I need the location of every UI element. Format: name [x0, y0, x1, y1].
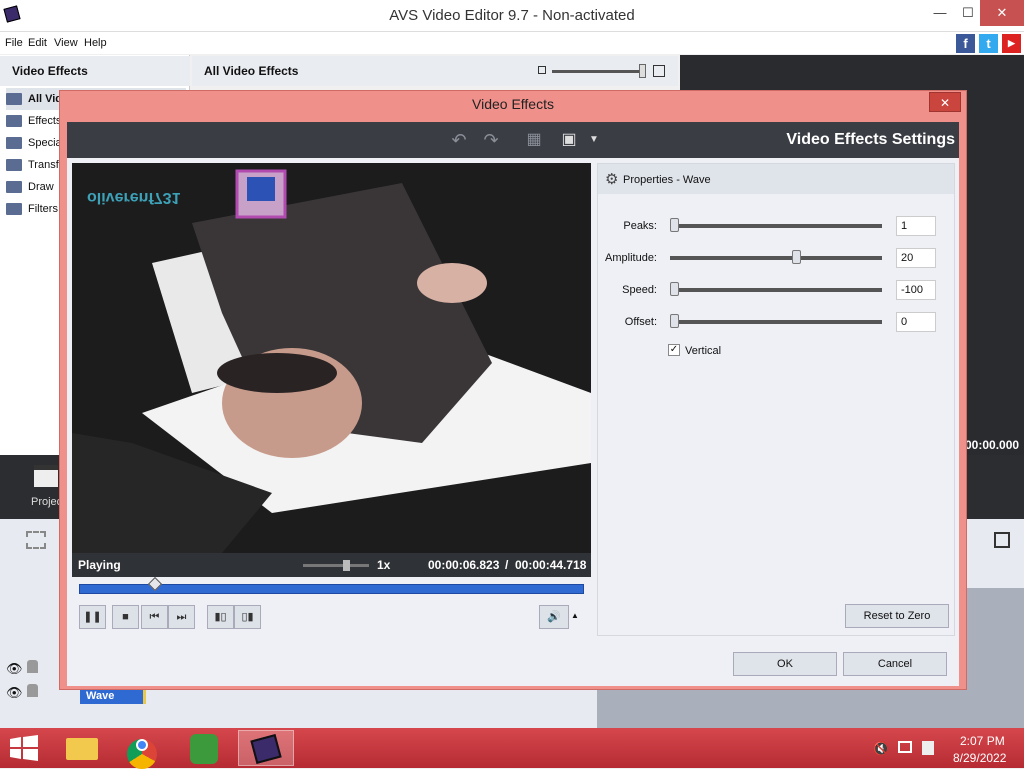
folder-icon [66, 738, 98, 760]
twitter-icon[interactable]: t [979, 34, 998, 53]
minimize-button[interactable]: — [925, 0, 955, 26]
stop-button[interactable]: ■ [112, 605, 139, 629]
amplitude-input[interactable]: 20 [896, 248, 936, 268]
offset-input[interactable]: 0 [896, 312, 936, 332]
offset-slider-thumb[interactable] [670, 314, 679, 328]
playback-status: Playing [78, 558, 121, 572]
reset-to-zero-button[interactable]: Reset to Zero [845, 604, 949, 628]
youtube-icon[interactable]: ▶ [1002, 34, 1021, 53]
taskbar-explorer[interactable] [54, 730, 110, 766]
amplitude-slider[interactable] [670, 256, 882, 260]
pause-button[interactable]: ❚❚ [79, 605, 106, 629]
network-icon[interactable] [898, 741, 912, 753]
chevron-down-icon[interactable]: ▼ [582, 129, 606, 151]
fullscreen-icon[interactable] [994, 532, 1010, 548]
speed-param-slider[interactable] [670, 288, 882, 292]
time-separator: / [505, 558, 509, 572]
peaks-label: Peaks: [623, 220, 657, 232]
dialog-title: Video Effects [472, 96, 554, 112]
menu-view[interactable]: View [54, 37, 78, 49]
offset-slider[interactable] [670, 320, 882, 324]
gear-icon: ⚙ [605, 171, 619, 188]
folder-icon [6, 137, 22, 149]
split-right-button[interactable]: ▯▮ [234, 605, 261, 629]
clock-date[interactable]: 8/29/2022 [953, 751, 1006, 765]
current-time: 00:00:06.823 [428, 558, 500, 572]
speed-slider-knob[interactable] [343, 560, 350, 571]
start-button[interactable] [10, 735, 38, 761]
folder-icon [6, 159, 22, 171]
taskbar-app[interactable] [176, 730, 232, 766]
menu-bar [0, 32, 1024, 54]
mute-icon[interactable]: 🔇 [873, 741, 889, 757]
ok-button[interactable]: OK [733, 652, 837, 676]
timeline-clip-wave[interactable]: Wave [80, 688, 146, 704]
vertical-label: Vertical [685, 345, 722, 357]
lock-icon[interactable] [27, 684, 38, 697]
thumb-size-knob[interactable] [639, 64, 646, 78]
split-left-button[interactable]: ▮▯ [207, 605, 234, 629]
eye-icon[interactable]: 👁 [6, 661, 23, 677]
properties-title: Properties - Wave [623, 174, 711, 186]
app-character-icon [190, 734, 218, 764]
video-preview: oliverenf731 [72, 163, 591, 553]
clock-time[interactable]: 2:07 PM [960, 734, 1005, 748]
peaks-slider-thumb[interactable] [670, 218, 679, 232]
folder-icon [6, 203, 22, 215]
grid-icon[interactable]: ▦ [522, 129, 546, 151]
peaks-input[interactable]: 1 [896, 216, 936, 236]
clapper-icon[interactable] [34, 465, 58, 487]
speed-param-slider-thumb[interactable] [670, 282, 679, 296]
folder-icon [6, 93, 22, 105]
windows-logo-icon [10, 735, 38, 761]
menu-file[interactable]: File [5, 37, 23, 49]
speed-label: Speed: [622, 284, 657, 296]
panel-title: Video Effects [0, 56, 190, 86]
vertical-checkbox[interactable]: ✓ [668, 344, 680, 356]
speed-input[interactable]: -100 [896, 280, 936, 300]
taskbar-chrome[interactable] [115, 730, 171, 769]
chrome-icon [127, 739, 157, 769]
app-title: AVS Video Editor 9.7 - Non-activated [389, 7, 635, 24]
speed-slider[interactable] [303, 564, 369, 567]
close-button[interactable]: ✕ [980, 0, 1024, 26]
project-label[interactable]: Projec [31, 496, 62, 508]
peaks-slider[interactable] [670, 224, 882, 228]
speed-value: 1x [377, 558, 391, 572]
amplitude-label: Amplitude: [605, 252, 657, 264]
volume-menu-arrow[interactable]: ▲ [571, 611, 579, 620]
settings-title: Video Effects Settings [786, 131, 955, 148]
preview-time: 00:00.000 [965, 438, 1020, 452]
previous-frame-button[interactable]: ⏮ [141, 605, 168, 629]
video-frame-image: oliverenf731 [72, 163, 591, 553]
folder-icon [6, 181, 22, 193]
fit-icon[interactable] [26, 531, 46, 549]
film-icon [250, 734, 282, 764]
lock-icon[interactable] [27, 660, 38, 673]
flag-icon[interactable] [922, 741, 934, 755]
undo-icon[interactable]: ↶ [447, 129, 471, 151]
dialog-close-button[interactable]: ✕ [929, 92, 961, 112]
cancel-button[interactable]: Cancel [843, 652, 947, 676]
volume-button[interactable]: 🔊 [539, 605, 569, 629]
maximize-button[interactable]: ☐ [953, 0, 983, 26]
amplitude-slider-thumb[interactable] [791, 250, 801, 264]
menu-help[interactable]: Help [84, 37, 107, 49]
small-thumb-icon[interactable] [538, 66, 546, 74]
svg-text:oliverenf731: oliverenf731 [87, 189, 180, 206]
eye-icon[interactable]: 👁 [6, 685, 23, 701]
folder-icon [6, 115, 22, 127]
monitor-icon[interactable]: ▣ [557, 129, 581, 151]
taskbar-avs[interactable] [238, 730, 294, 766]
total-time: 00:00:44.718 [515, 558, 587, 572]
redo-icon[interactable]: ↷ [479, 129, 503, 151]
menu-edit[interactable]: Edit [28, 37, 47, 49]
thumb-size-slider[interactable] [552, 70, 642, 73]
large-thumb-icon[interactable] [653, 65, 665, 77]
next-frame-button[interactable]: ⏭ [168, 605, 195, 629]
offset-label: Offset: [624, 316, 657, 328]
facebook-icon[interactable]: f [956, 34, 975, 53]
